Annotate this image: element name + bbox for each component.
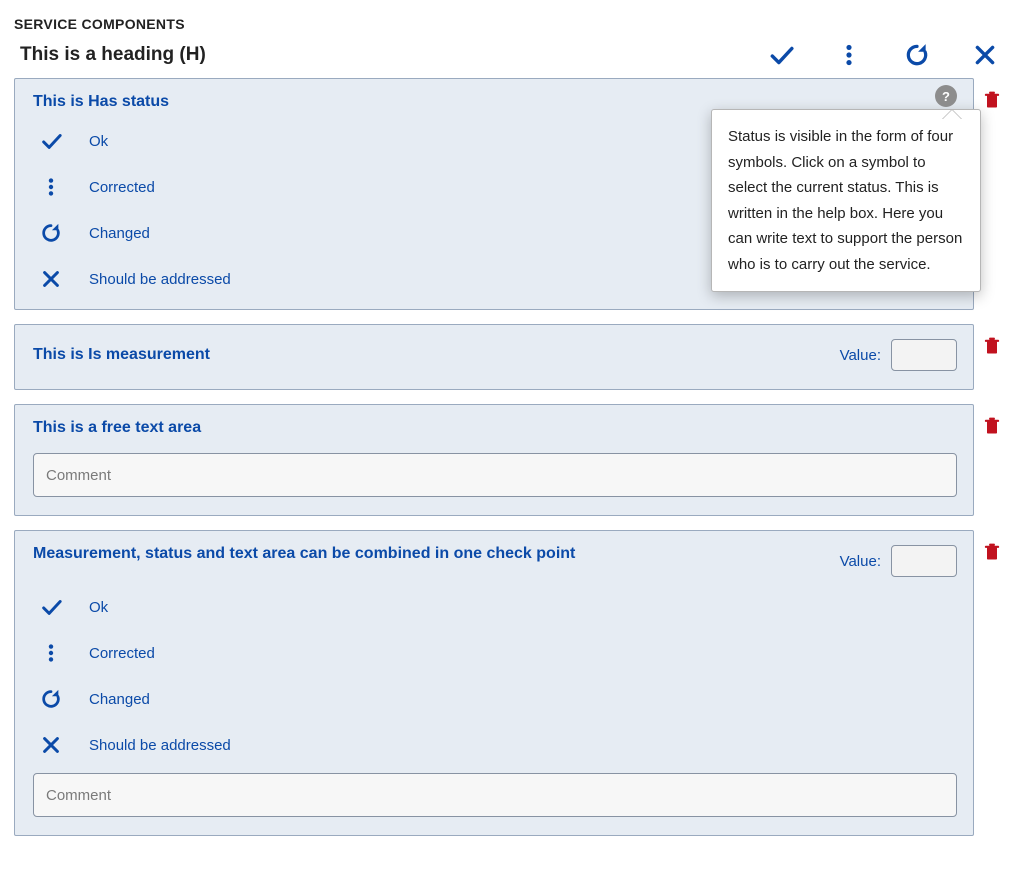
card-title: This is a free text area [33,419,957,437]
status-label: Ok [89,133,108,150]
value-label: Value: [840,347,881,364]
section-label: SERVICE COMPONENTS [14,16,1016,32]
checkpoint-card-measurement: This is Is measurement Value: [14,324,974,390]
refresh-icon [39,221,63,245]
status-option-addressed[interactable]: Should be addressed [39,733,957,757]
header-row: This is a heading (H) [14,42,1016,68]
status-label: Should be addressed [89,737,231,754]
card-title: Measurement, status and text area can be… [33,545,575,563]
status-label: Should be addressed [89,271,231,288]
delete-card-button[interactable] [980,334,1004,358]
help-tooltip: Status is visible in the form of four sy… [711,109,981,292]
value-input[interactable] [891,545,957,577]
refresh-icon [39,687,63,711]
check-icon [39,595,63,619]
delete-card-button[interactable] [980,88,1004,112]
help-badge[interactable]: ? [935,85,957,107]
dots-vertical-icon [39,175,63,199]
comment-input[interactable] [33,453,957,497]
status-list: Ok Corrected Changed Should be addressed [33,595,957,757]
checkpoint-card-status: This is Has status ? Status is visible i… [14,78,974,310]
status-option-changed[interactable]: Changed [39,687,957,711]
value-label: Value: [840,553,881,570]
header-status-corrected[interactable] [836,42,862,68]
close-icon [39,267,63,291]
status-label: Corrected [89,645,155,662]
header-status-changed[interactable] [904,42,930,68]
close-icon [39,733,63,757]
value-field-row: Value: [840,545,957,577]
value-input[interactable] [891,339,957,371]
delete-card-button[interactable] [980,540,1004,564]
dots-vertical-icon [39,641,63,665]
status-label: Ok [89,599,108,616]
header-status-addressed[interactable] [972,42,998,68]
checkpoint-card-combined: Measurement, status and text area can be… [14,530,974,836]
value-field-row: Value: [840,339,957,371]
delete-card-button[interactable] [980,414,1004,438]
header-status-actions [768,42,1008,68]
status-option-ok[interactable]: Ok [39,595,957,619]
header-status-ok[interactable] [768,42,794,68]
comment-input[interactable] [33,773,957,817]
card-title: This is Is measurement [33,346,210,364]
checkpoint-card-textarea: This is a free text area [14,404,974,516]
status-label: Corrected [89,179,155,196]
status-label: Changed [89,225,150,242]
status-label: Changed [89,691,150,708]
status-option-corrected[interactable]: Corrected [39,641,957,665]
check-icon [39,129,63,153]
page-heading: This is a heading (H) [20,44,206,66]
